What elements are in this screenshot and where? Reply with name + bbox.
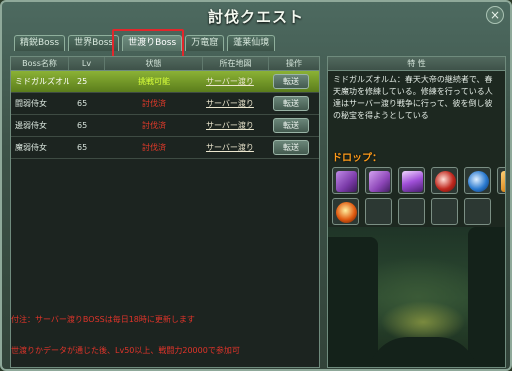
boss-row[interactable]: 邊弱侍女 65 討伐済 サーバー渡り 転送: [11, 115, 319, 137]
tree-silhouette: [328, 237, 378, 367]
teleport-button[interactable]: 転送: [273, 140, 309, 155]
boss-name: 魔弱侍女: [15, 143, 47, 152]
tab-highlight-box: [112, 29, 184, 59]
drop-slots: [332, 167, 505, 225]
header-op: 操作: [286, 59, 302, 68]
tab-dragon-cave[interactable]: 万竜窟: [185, 35, 225, 51]
boss-status: 討伐済: [142, 99, 166, 108]
close-button[interactable]: ×: [486, 6, 504, 24]
crystal-purple-icon: [402, 171, 423, 192]
window-title: 討伐クエスト: [207, 7, 304, 26]
yinyang-red-icon: [435, 171, 456, 192]
refresh-note: 付注：サーバー渡りBOSSは毎日18時に更新します: [11, 315, 195, 324]
yinyang-blue-icon: [468, 171, 489, 192]
drop-slot[interactable]: [332, 198, 359, 225]
flame-orb-icon: [336, 202, 357, 223]
traits-header: 特 性: [328, 57, 505, 71]
teleport-button[interactable]: 転送: [273, 118, 309, 133]
drop-slot[interactable]: [497, 167, 505, 194]
boss-name: 闘弱侍女: [15, 99, 47, 108]
scroll-violet-icon: [369, 171, 390, 192]
boss-map-link[interactable]: サーバー渡り: [203, 98, 269, 109]
tree-silhouette: [468, 227, 505, 367]
title-bar: 討伐クエスト ×: [2, 2, 510, 30]
teleport-button[interactable]: 転送: [273, 74, 309, 89]
drop-slot[interactable]: [398, 167, 425, 194]
header-map: 所在地図: [203, 57, 269, 70]
tab-elite-boss[interactable]: 精鋭Boss: [14, 35, 66, 51]
empty-drop-slot: [431, 198, 458, 225]
header-status: 状態: [105, 57, 203, 70]
boss-row[interactable]: ミドガルズオルム 25 挑戦可能 サーバー渡り 転送: [11, 71, 319, 93]
list-header: Boss名称 Lv 状態 所在地図 操作: [11, 57, 319, 71]
boss-lv: 65: [77, 121, 88, 130]
boss-lv: 65: [77, 143, 88, 152]
boss-status: 挑戦可能: [138, 77, 170, 86]
drop-slot[interactable]: [365, 167, 392, 194]
tree-silhouette: [368, 337, 478, 367]
teleport-button[interactable]: 転送: [273, 96, 309, 111]
drop-label: ドロップ：: [332, 153, 382, 164]
boss-name: 邊弱侍女: [15, 121, 47, 130]
tab-penglai[interactable]: 蓬莱仙境: [227, 35, 276, 51]
boss-lv: 65: [77, 99, 88, 108]
boss-name: ミドガルズオルム: [15, 77, 69, 86]
scroll-purple-icon: [336, 171, 357, 192]
empty-drop-slot: [398, 198, 425, 225]
drop-slot[interactable]: [332, 167, 359, 194]
drop-slot[interactable]: [464, 167, 491, 194]
empty-drop-slot: [365, 198, 392, 225]
quest-window: 討伐クエスト × 精鋭Boss 世界Boss 世渡りBoss 万竜窟 蓬莱仙境 …: [0, 0, 512, 371]
boss-status: 討伐済: [142, 121, 166, 130]
boss-row[interactable]: 闘弱侍女 65 討伐済 サーバー渡り 転送: [11, 93, 319, 115]
requirement-note: 世渡りかデータが通じた後、Lv50以上、戦闘力20000で参加可: [11, 346, 240, 355]
boss-row[interactable]: 魔弱侍女 65 討伐済 サーバー渡り 転送: [11, 137, 319, 159]
boss-map-link[interactable]: サーバー渡り: [203, 120, 269, 131]
boss-detail-panel: 特 性 ミドガルズオルム：春天大帝の継続者で、春天魔功を修練している。修練を行っ…: [327, 56, 506, 368]
boss-description: ミドガルズオルム：春天大帝の継続者で、春天魔功を修練している。修練を行っている人…: [333, 75, 493, 120]
boss-lv: 25: [77, 77, 88, 86]
boss-status: 討伐済: [142, 143, 166, 152]
boss-map-link[interactable]: サーバー渡り: [203, 142, 269, 153]
header-lv: Lv: [69, 57, 105, 70]
boss-map-link[interactable]: サーバー渡り: [203, 76, 269, 87]
scroll-orange-icon: [501, 171, 505, 192]
drop-slot[interactable]: [431, 167, 458, 194]
boss-scene-image: [328, 227, 505, 367]
header-name: Boss名称: [11, 57, 69, 70]
empty-drop-slot: [464, 198, 491, 225]
